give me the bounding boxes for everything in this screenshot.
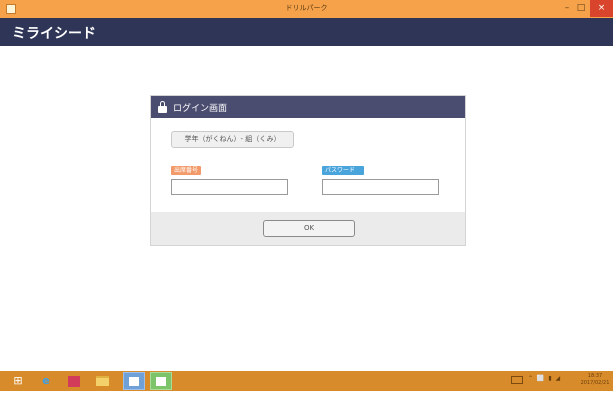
internet-explorer-icon[interactable]: e [35, 372, 57, 390]
grade-class-button[interactable]: 学年（がくねん）- 組（くみ） [171, 131, 294, 148]
store-icon[interactable] [63, 372, 85, 390]
app-icon[interactable] [123, 372, 145, 390]
ok-button[interactable]: OK [263, 220, 355, 237]
file-explorer-icon[interactable] [91, 372, 113, 390]
clock-time: 18:37 [587, 373, 603, 379]
app-header: ミライシード [0, 18, 613, 46]
drill-park-app-icon[interactable] [150, 372, 172, 390]
app-logo: ミライシード [12, 26, 96, 42]
login-dialog-footer: OK [151, 212, 465, 245]
taskbar: ⊞ e ⌃ ⬜ ▮ ◢ 18:37 2017/02/21 [0, 371, 613, 391]
password-label: パスワード [322, 166, 364, 175]
window-title-bar[interactable]: ドリルパーク – □ × [0, 0, 613, 18]
login-dialog: ログイン画面 学年（がくねん）- 組（くみ） 出席番号 パスワード OK [150, 95, 466, 246]
minimize-button[interactable]: – [560, 0, 574, 17]
student-number-label: 出席番号 [171, 166, 201, 175]
lock-icon [158, 101, 167, 113]
system-tray-icons[interactable]: ⌃ ⬜ ▮ ◢ [528, 375, 561, 382]
keyboard-icon[interactable] [511, 376, 523, 384]
close-button[interactable]: × [590, 0, 613, 17]
start-icon[interactable]: ⊞ [7, 372, 29, 390]
login-dialog-title: ログイン画面 [173, 104, 228, 114]
clock-date: 2017/02/21 [580, 380, 610, 386]
taskbar-clock[interactable]: 18:37 2017/02/21 [580, 373, 610, 387]
student-number-input[interactable] [171, 179, 288, 195]
login-dialog-header: ログイン画面 [151, 96, 465, 118]
window-title: ドリルパーク [285, 4, 328, 12]
maximize-button[interactable]: □ [574, 0, 588, 17]
password-input[interactable] [322, 179, 439, 195]
